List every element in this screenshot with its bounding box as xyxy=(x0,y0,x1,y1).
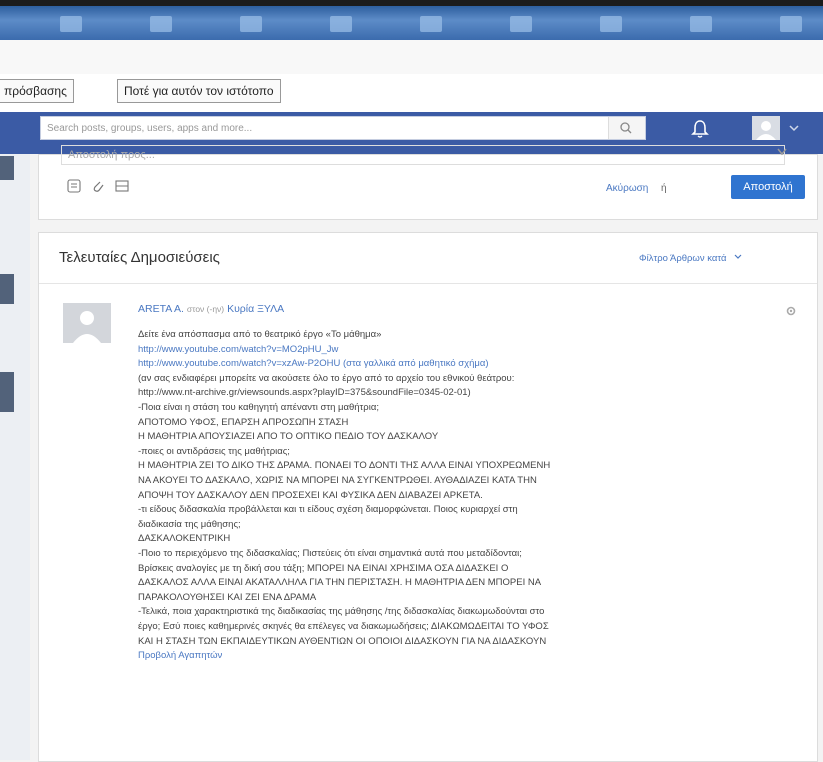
latest-posts-card: Τελευταίες Δημοσιεύσεις Φίλτρο Άρθρων κα… xyxy=(38,232,818,762)
text-format-icon[interactable] xyxy=(67,179,81,193)
post-text-line: -Ποιο το περιεχόμενο της διδασκαλίας; Πι… xyxy=(138,548,522,559)
post-text-line: -Τελικά, ποια χαρακτηριστικά της διαδικα… xyxy=(138,606,545,618)
chevron-down-icon xyxy=(734,254,742,259)
taskbar-app-icon[interactable] xyxy=(150,16,172,32)
post-link[interactable]: http://www.youtube.com/watch?v=xzAw-P2OH… xyxy=(138,358,489,370)
post-text-line: ΑΠΟΤΟΜΟ ΥΦΟΣ, ΕΠΑΡΣΗ ΑΠΡΟΣΩΠΗ ΣΤΑΣΗ xyxy=(138,416,349,428)
post-text-line: http://www.nt-archive.gr/viewsounds.aspx… xyxy=(138,387,471,399)
or-text: ή xyxy=(661,183,667,194)
avatar[interactable] xyxy=(752,116,780,140)
search-button[interactable] xyxy=(608,117,645,139)
post-text-line: Η ΜΑΘΗΤΡΙΑ ΑΠΟΥΣΙΑΖΕΙ ΑΠΟ ΤΟ ΟΠΤΙΚΟ ΠΕΔΙ… xyxy=(138,431,439,443)
chevron-down-icon[interactable] xyxy=(776,147,788,157)
recipient-input[interactable]: Αποστολή προς... xyxy=(61,145,785,165)
post-recipient[interactable]: Κυρία ΞΥΛΑ xyxy=(227,303,284,315)
attachment-icon[interactable] xyxy=(91,179,105,193)
post-header: ARETA A. στον (-ην) Κυρία ΞΥΛΑ xyxy=(138,303,284,315)
post-to-label: στον (-ην) xyxy=(186,304,225,314)
taskbar-app-icon[interactable] xyxy=(60,16,82,32)
filter-label: Φίλτρο Άρθρων κατά xyxy=(639,253,727,264)
post-text-line: Βρίσκεις αναλογίες με τη δική σου τάξη; … xyxy=(138,562,509,574)
taskbar-app-icon[interactable] xyxy=(240,16,262,32)
taskbar-app-icon[interactable] xyxy=(510,16,532,32)
search-icon xyxy=(620,122,632,134)
sidebar-item[interactable] xyxy=(0,274,14,304)
send-button[interactable]: Αποστολή xyxy=(731,175,805,199)
post-text-line: Η ΜΑΘΗΤΡΙΑ ΖΕΙ ΤΟ ΔΙΚΟ ΤΗΣ ΔΡΑΜΑ. ΠΟΝΑΕΙ… xyxy=(138,460,551,472)
post-text-line: (αν σας ενδιαφέρει μπορείτε να ακούσετε … xyxy=(138,372,515,384)
taskbar-app-icon[interactable] xyxy=(600,16,622,32)
taskbar-app-icon[interactable] xyxy=(690,16,712,32)
chevron-down-icon[interactable] xyxy=(788,124,800,132)
taskbar-app-icon[interactable] xyxy=(420,16,442,32)
taskbar-app-icon[interactable] xyxy=(780,16,802,32)
photo-icon[interactable] xyxy=(115,179,129,193)
cancel-link[interactable]: Ακύρωση xyxy=(606,183,648,194)
bell-icon[interactable] xyxy=(690,118,710,140)
post-avatar[interactable] xyxy=(63,303,111,343)
post-text-line: ΠΑΡΑΚΟΛΟΥΘΗΣΕΙ ΚΑΙ ΖΕΙ ΕΝΑ ΔΡΑΜΑ xyxy=(138,591,317,603)
user-silhouette-icon xyxy=(756,121,776,140)
post-text-line: Δείτε ένα απόσπασμα από το θεατρικό έργο… xyxy=(138,329,382,340)
gear-icon[interactable] xyxy=(785,305,797,317)
post-text-line: -τι είδους διδασκαλία προβάλλεται και τι… xyxy=(138,504,518,516)
post-link[interactable]: Προβολή Αγαπητών xyxy=(138,650,222,662)
post-text-line: ΚΑΙ Η ΣΤΑΣΗ ΤΩΝ ΕΚΠΑΙΔΕΥΤΙΚΩΝ ΑΥΘΕΝΤΙΩΝ … xyxy=(138,635,547,647)
post-text-line: ΔΑΣΚΑΛΟΣ ΑΛΛΑ ΕΙΝΑΙ ΑΚΑΤΑΛΛΗΛΑ ΓΙΑ ΤΗΝ Π… xyxy=(138,577,542,589)
sidebar-item[interactable] xyxy=(0,372,14,412)
filter-dropdown[interactable]: Φίλτρο Άρθρων κατά xyxy=(639,253,743,264)
search-input[interactable]: Search posts, groups, users, apps and mo… xyxy=(40,116,646,140)
post-link[interactable]: http://www.youtube.com/watch?v=MO2pHU_Jw xyxy=(138,344,338,356)
user-silhouette-icon xyxy=(73,311,101,343)
never-for-site-button[interactable]: Ποτέ για αυτόν τον ιστότοπο xyxy=(117,79,281,103)
sidebar-item[interactable] xyxy=(0,156,14,180)
post-text-line: -ποιες οι αντιδράσεις της μαθήτριας; xyxy=(138,445,290,457)
divider xyxy=(39,283,817,284)
post-text-line: διαδικασία της μάθησης; xyxy=(138,518,241,530)
os-taskbar xyxy=(0,0,823,40)
post-text-line: ΑΠΟΨΗ ΤΟΥ ΔΑΣΚΑΛΟΥ ΔΕΝ ΠΡΟΣΕΧΕΙ ΚΑΙ ΦΥΣΙ… xyxy=(138,489,483,501)
feed-title: Τελευταίες Δημοσιεύσεις xyxy=(59,249,220,266)
post-text-line: έργο; Εσύ ποιες καθημερινές σκηνές θα επ… xyxy=(138,621,549,632)
search-placeholder: Search posts, groups, users, apps and mo… xyxy=(47,123,253,134)
post-text-line: -Ποια είναι η στάση του καθηγητή απέναντ… xyxy=(138,402,379,413)
accessibility-option[interactable]: πρόσβασης xyxy=(0,79,74,103)
browser-toolbar xyxy=(0,40,823,75)
post-text-line: ΔΑΣΚΑΛΟΚΕΝΤΡΙΚΗ xyxy=(138,533,231,545)
post-text-line: ΝΑ ΑΚΟΥΕΙ ΤΟ ΔΑΣΚΑΛΟ, ΧΩΡΙΣ ΝΑ ΜΠΟΡΕΙ ΝΑ… xyxy=(138,475,537,486)
post-author[interactable]: ARETA A. xyxy=(138,303,184,315)
composer-card: Αποστολή προς... Ακύρωση ή Αποστολή xyxy=(38,145,818,220)
left-sidebar xyxy=(0,154,30,760)
taskbar-app-icon[interactable] xyxy=(330,16,352,32)
